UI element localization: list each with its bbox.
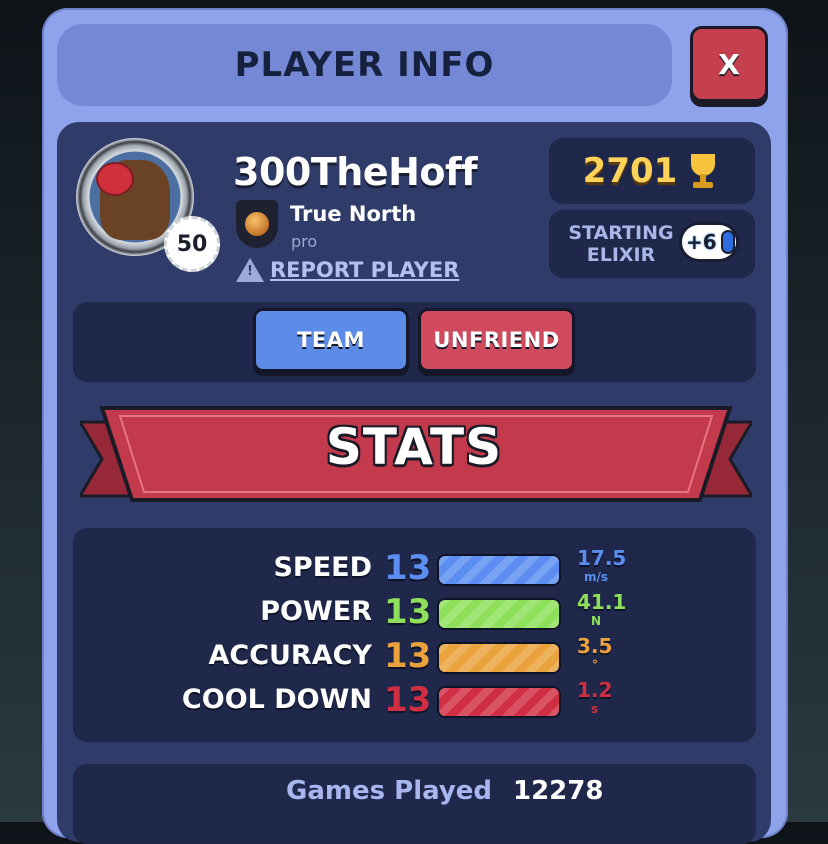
stat-label: ACCURACY bbox=[208, 640, 372, 671]
unfriend-button[interactable]: UNFRIEND bbox=[418, 308, 575, 372]
team-button-label: TEAM bbox=[297, 328, 365, 352]
stat-row-accuracy: ACCURACY 13 3.5 ° bbox=[0, 634, 828, 684]
level-badge: 50 bbox=[164, 216, 220, 272]
stat-unit: N bbox=[591, 614, 602, 628]
stat-unit: m/s bbox=[584, 570, 609, 584]
stat-label: SPEED bbox=[273, 552, 372, 583]
clan-role: pro bbox=[291, 232, 318, 251]
close-icon: X bbox=[718, 47, 740, 81]
stat-bar bbox=[437, 554, 561, 586]
stat-value: 1.2 bbox=[577, 678, 613, 702]
report-player-label: REPORT PLAYER bbox=[270, 258, 460, 282]
stat-row-speed: SPEED 13 17.5 m/s bbox=[0, 546, 828, 596]
stat-value: 3.5 bbox=[577, 634, 613, 658]
team-button[interactable]: TEAM bbox=[253, 308, 409, 372]
stat-bar bbox=[437, 642, 561, 674]
stat-unit: ° bbox=[592, 658, 598, 672]
stat-row-power: POWER 13 41.1 N bbox=[0, 590, 828, 640]
actions-bar bbox=[73, 302, 756, 382]
stat-level: 13 bbox=[384, 548, 432, 588]
trophy-count: 2701 bbox=[549, 138, 755, 204]
unfriend-button-label: UNFRIEND bbox=[433, 328, 560, 352]
avatar-hat-icon bbox=[96, 162, 134, 196]
clan-name[interactable]: True North bbox=[290, 202, 416, 226]
clan-badge-icon bbox=[236, 200, 278, 248]
stat-unit: s bbox=[591, 702, 599, 716]
starting-elixir: STARTING ELIXIR +6 bbox=[549, 210, 755, 278]
stat-bar bbox=[437, 598, 561, 630]
page-title: PLAYER INFO bbox=[234, 45, 495, 85]
warning-icon bbox=[236, 258, 264, 282]
stat-value: 17.5 bbox=[577, 546, 627, 570]
starting-elixir-label: STARTING ELIXIR bbox=[568, 222, 674, 266]
games-played-value: 12278 bbox=[513, 776, 604, 806]
stat-value: 41.1 bbox=[577, 590, 627, 614]
stat-row-cool-down: COOL DOWN 13 1.2 s bbox=[0, 678, 828, 728]
trophy-icon bbox=[685, 152, 721, 190]
stat-level: 13 bbox=[384, 636, 432, 676]
trophy-value: 2701 bbox=[582, 151, 678, 191]
stat-level: 13 bbox=[384, 680, 432, 720]
stat-label: COOL DOWN bbox=[181, 684, 372, 715]
stat-label: POWER bbox=[260, 596, 372, 627]
report-player-link[interactable]: REPORT PLAYER bbox=[236, 258, 459, 282]
player-name: 300TheHoff bbox=[233, 150, 478, 194]
close-button[interactable]: X bbox=[690, 26, 768, 102]
title-bar: PLAYER INFO bbox=[57, 24, 672, 106]
elixir-value: +6 bbox=[686, 230, 717, 254]
games-played-label: Games Played bbox=[286, 776, 493, 806]
elixir-icon: +6 bbox=[679, 222, 739, 262]
avatar: 50 bbox=[74, 138, 224, 272]
stat-bar bbox=[437, 686, 561, 718]
stat-level: 13 bbox=[384, 592, 432, 632]
stats-banner: STATS bbox=[325, 418, 503, 476]
level-value: 50 bbox=[176, 231, 208, 257]
